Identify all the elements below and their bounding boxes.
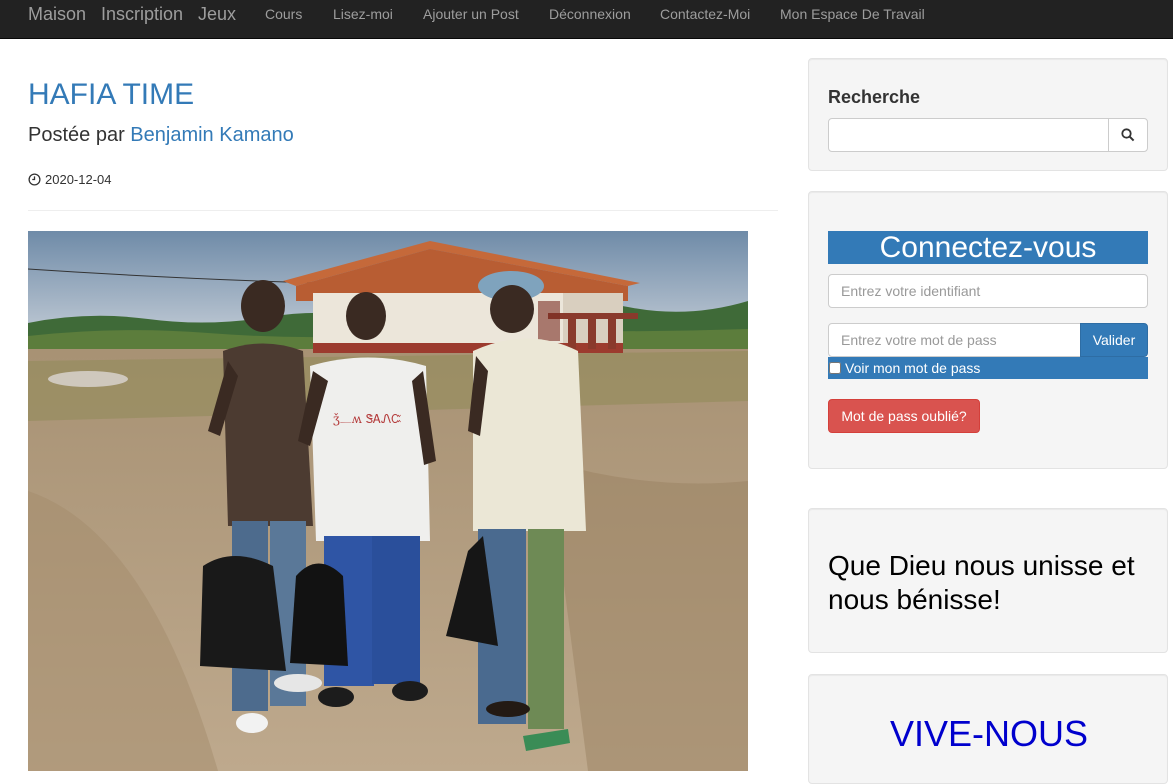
search-icon <box>1121 128 1135 142</box>
divider <box>28 210 778 211</box>
nav-brand-inscription[interactable]: Inscription <box>101 4 183 25</box>
post-photo-image: ǯ᎗ʍ ᏕᎪᏁᏨ <box>28 231 748 771</box>
clock-icon <box>28 173 41 186</box>
vive-panel: VIVE-NOUS <box>808 674 1168 784</box>
search-button[interactable] <box>1108 118 1148 152</box>
quote-text: Que Dieu nous unisse et nous bénisse! <box>828 550 1135 615</box>
post-author-link[interactable]: Benjamin Kamano <box>130 124 293 146</box>
post-title[interactable]: HAFIA TIME <box>28 78 194 112</box>
post-photo: ǯ᎗ʍ ᏕᎪᏁᏨ <box>28 231 748 771</box>
password-input[interactable] <box>828 323 1081 357</box>
username-input[interactable] <box>828 274 1148 308</box>
nav-link-deconnexion[interactable]: Déconnexion <box>549 6 631 22</box>
login-panel: Connectez-vous Valider Voir mon mot de p… <box>808 191 1168 469</box>
search-input[interactable] <box>828 118 1109 152</box>
nav-link-ajouter-post[interactable]: Ajouter un Post <box>423 6 519 22</box>
nav-link-cours[interactable]: Cours <box>265 6 302 22</box>
nav-link-lisez-moi[interactable]: Lisez-moi <box>333 6 393 22</box>
svg-text:ǯ᎗ʍ ᏕᎪᏁᏨ: ǯ᎗ʍ ᏕᎪᏁᏨ <box>333 412 402 426</box>
forgot-password-button[interactable]: Mot de pass oublié? <box>828 399 980 433</box>
search-heading: Recherche <box>828 87 921 107</box>
post-date: 2020-12-04 <box>28 172 112 187</box>
show-password-toggle[interactable]: Voir mon mot de pass <box>828 357 1148 379</box>
login-heading: Connectez-vous <box>828 231 1148 264</box>
login-submit-button[interactable]: Valider <box>1080 323 1148 357</box>
post-date-text: 2020-12-04 <box>45 172 112 187</box>
top-navbar: Maison Inscription Jeux Cours Lisez-moi … <box>0 0 1173 39</box>
show-password-label: Voir mon mot de pass <box>845 360 981 376</box>
show-password-checkbox[interactable] <box>829 362 841 374</box>
post-byline: Postée par Benjamin Kamano <box>28 124 294 147</box>
byline-prefix: Postée par <box>28 124 125 146</box>
vive-text: VIVE-NOUS <box>889 713 1089 754</box>
quote-panel: Que Dieu nous unisse et nous bénisse! <box>808 508 1168 653</box>
nav-link-espace-travail[interactable]: Mon Espace De Travail <box>780 6 925 22</box>
search-panel: Recherche <box>808 58 1168 171</box>
nav-link-contactez-moi[interactable]: Contactez-Moi <box>660 6 750 22</box>
nav-brand-maison[interactable]: Maison <box>28 4 86 25</box>
nav-brand-jeux[interactable]: Jeux <box>198 4 236 25</box>
